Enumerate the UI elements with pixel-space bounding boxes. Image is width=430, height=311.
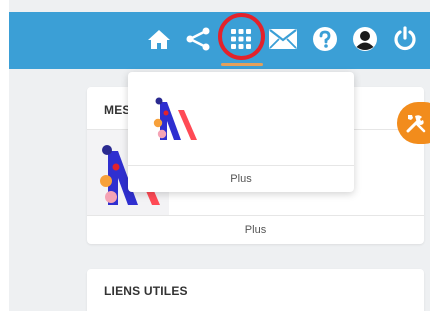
help-icon[interactable] <box>310 22 340 56</box>
mail-icon[interactable] <box>268 22 298 56</box>
card-footer-divider <box>87 215 424 216</box>
dropdown-app-logo[interactable] <box>150 96 200 144</box>
tools-icon <box>406 115 426 133</box>
apps-active-indicator <box>221 63 263 66</box>
dropdown-more-link[interactable]: Plus <box>128 173 354 185</box>
liens-utiles-title: LIENS UTILES <box>104 284 188 298</box>
mes-apps-card-title: MES <box>104 103 131 117</box>
liens-utiles-card: LIENS UTILES <box>87 269 424 311</box>
power-icon[interactable] <box>390 22 420 56</box>
apps-grid-icon[interactable] <box>226 22 256 56</box>
user-icon[interactable] <box>350 22 380 56</box>
share-icon[interactable] <box>183 22 213 56</box>
apps-dropdown: Plus <box>128 72 354 192</box>
dropdown-divider <box>128 165 354 166</box>
mes-apps-more-link[interactable]: Plus <box>87 224 424 236</box>
home-icon[interactable] <box>144 22 174 56</box>
